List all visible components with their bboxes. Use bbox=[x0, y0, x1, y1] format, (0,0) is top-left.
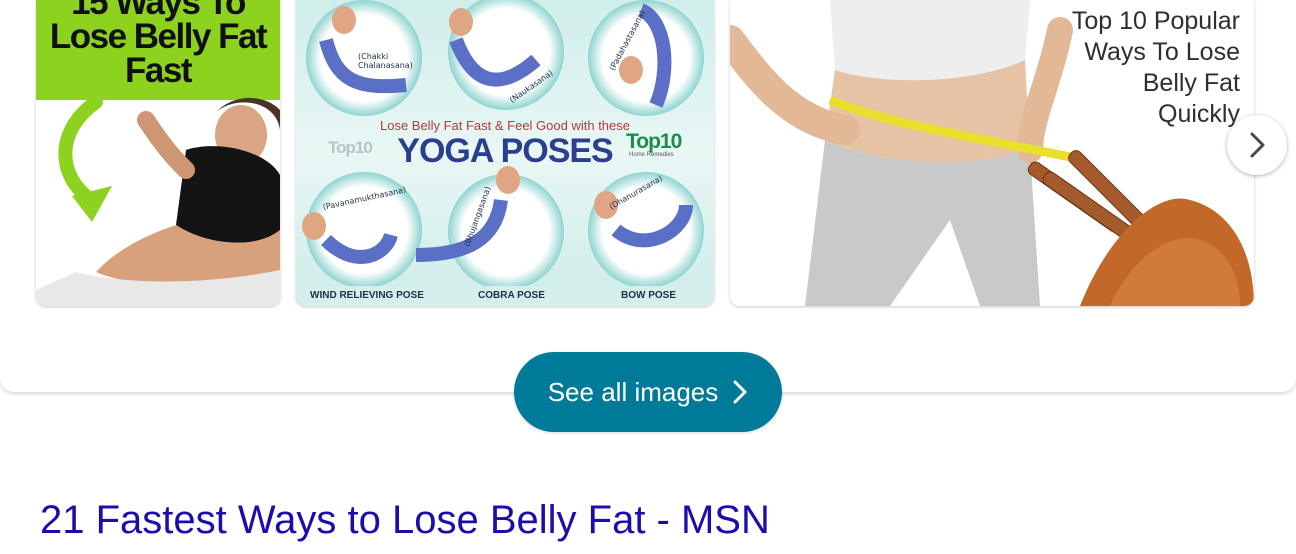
image-thumbnail-top-10-popular[interactable]: Top 10 Popular Ways To Lose Belly Fat Qu… bbox=[730, 0, 1254, 306]
chevron-right-icon bbox=[733, 380, 747, 404]
image-thumbnail-yoga-poses[interactable]: (Chakki Chalanasana) (Naukasana) (Padaha… bbox=[296, 0, 714, 306]
pose-sanskrit-label: (Chakki Chalanasana) bbox=[358, 52, 413, 70]
thumbnail-1-title: 15 Ways To Lose Belly Fat Fast bbox=[49, 0, 268, 90]
chevron-right-icon bbox=[1250, 132, 1265, 158]
see-all-images-button[interactable]: See all images bbox=[514, 352, 782, 432]
thumbnail-3-caption: Top 10 Popular Ways To Lose Belly Fat Qu… bbox=[1071, 7, 1240, 128]
image-thumbnail-15-ways[interactable]: 15 Ways To Lose Belly Fat Fast bbox=[36, 0, 280, 306]
search-result-title-link[interactable]: 21 Fastest Ways to Lose Belly Fat - MSN bbox=[40, 494, 770, 546]
top10-watermark-logo: Top10 bbox=[328, 138, 373, 157]
pose-label-wind-relieving: WIND RELIEVING POSE bbox=[310, 290, 424, 301]
carousel-next-button[interactable] bbox=[1227, 115, 1287, 175]
pose-label-bow: BOW POSE bbox=[621, 290, 677, 301]
top10-logo: Top10 Home Remedies bbox=[626, 130, 682, 158]
image-carousel-panel: 15 Ways To Lose Belly Fat Fast (Chakki C… bbox=[0, 0, 1296, 392]
pose-label-cobra: COBRA POSE bbox=[478, 290, 545, 301]
see-all-images-label: See all images bbox=[547, 376, 719, 407]
